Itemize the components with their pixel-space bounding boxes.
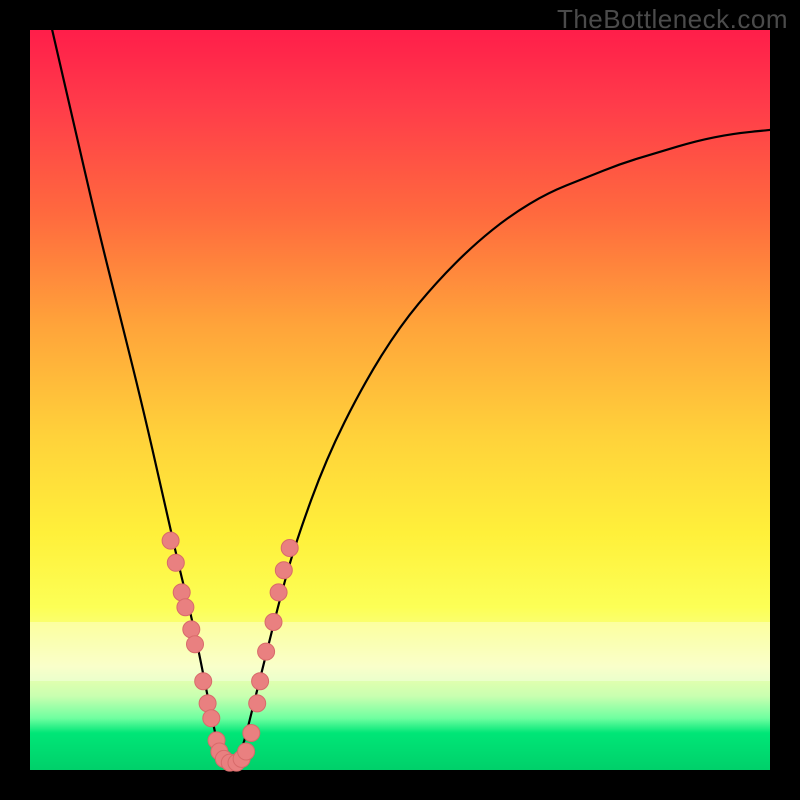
marker-dot xyxy=(177,599,194,616)
marker-dot xyxy=(238,743,255,760)
plot-area xyxy=(30,30,770,770)
marker-dot xyxy=(252,673,269,690)
marker-dot xyxy=(258,643,275,660)
curve-svg xyxy=(30,30,770,770)
marker-dot xyxy=(173,584,190,601)
marker-dot xyxy=(195,673,212,690)
marker-dot xyxy=(275,562,292,579)
marker-dot xyxy=(249,695,266,712)
marker-dot xyxy=(162,532,179,549)
marker-dot xyxy=(203,710,220,727)
marker-dot xyxy=(270,584,287,601)
marker-dot xyxy=(265,614,282,631)
marker-dot xyxy=(183,621,200,638)
marker-dot xyxy=(187,636,204,653)
marker-dot xyxy=(243,725,260,742)
marker-dots xyxy=(162,532,298,771)
bottleneck-curve xyxy=(52,30,770,768)
marker-dot xyxy=(199,695,216,712)
chart-frame: TheBottleneck.com xyxy=(0,0,800,800)
marker-dot xyxy=(167,554,184,571)
marker-dot xyxy=(281,540,298,557)
